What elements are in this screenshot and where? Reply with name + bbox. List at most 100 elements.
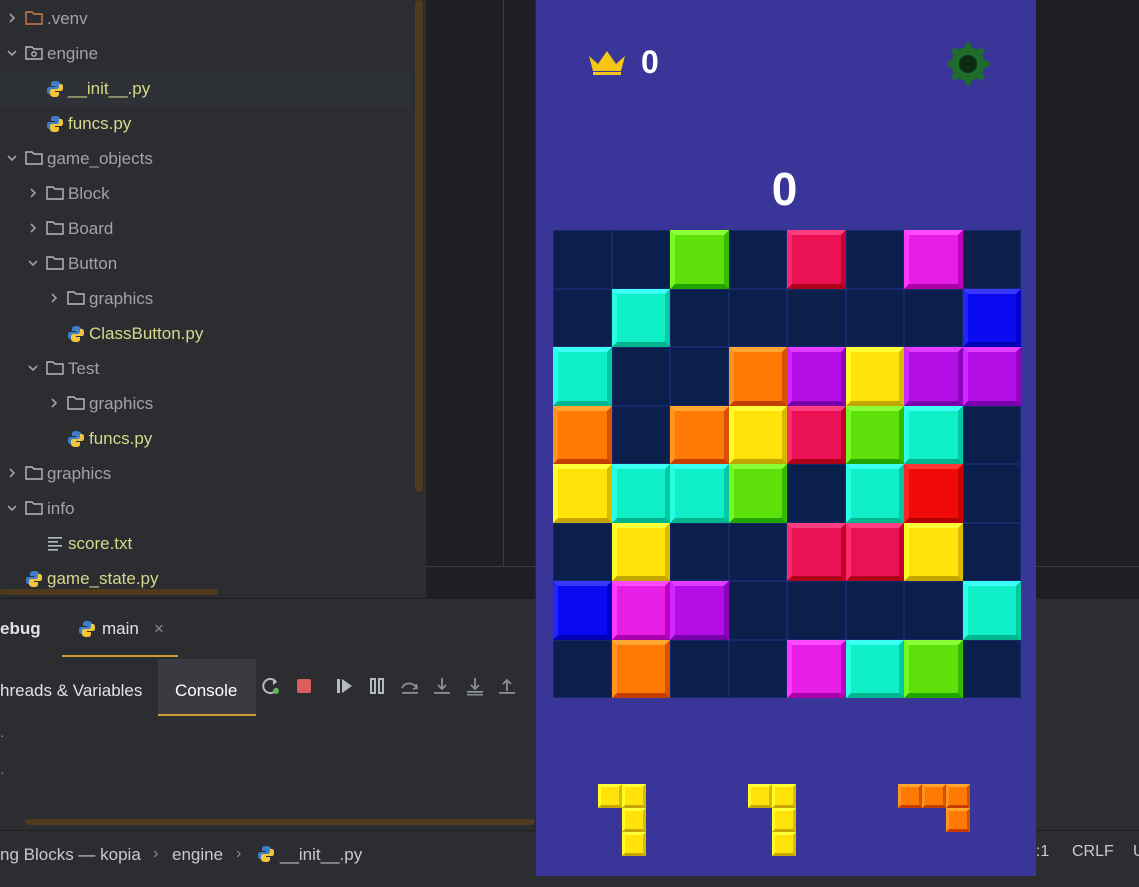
- resume-icon[interactable]: [334, 676, 354, 696]
- board-cell-purple[interactable]: [787, 347, 846, 406]
- chevron-down-icon[interactable]: [5, 46, 19, 60]
- board-cell-green[interactable]: [845, 405, 904, 464]
- board-cell-empty[interactable]: [611, 405, 670, 464]
- rerun-icon[interactable]: [261, 676, 281, 696]
- board-cell-empty[interactable]: [904, 288, 963, 347]
- tree-item-test[interactable]: Test: [0, 351, 426, 386]
- close-tab-icon[interactable]: ×: [154, 619, 164, 639]
- chevron-down-icon[interactable]: [26, 256, 40, 270]
- board-cell-empty[interactable]: [845, 288, 904, 347]
- board-cell-empty[interactable]: [728, 581, 787, 640]
- step-over-icon[interactable]: [400, 676, 420, 696]
- tree-item-button[interactable]: Button: [0, 246, 426, 281]
- board-cell-red[interactable]: [787, 230, 846, 289]
- tree-item-graphics[interactable]: graphics: [0, 281, 426, 316]
- board-cell-blue[interactable]: [962, 288, 1021, 347]
- board-cell-empty[interactable]: [787, 288, 846, 347]
- board-cell-cyan[interactable]: [962, 581, 1021, 640]
- board-cell-magenta[interactable]: [787, 639, 846, 698]
- board-cell-cyan[interactable]: [670, 464, 729, 523]
- pause-icon[interactable]: [367, 676, 387, 696]
- tree-item-engine[interactable]: engine: [0, 36, 426, 71]
- chevron-right-icon[interactable]: [5, 11, 19, 25]
- step-out-icon[interactable]: [497, 676, 517, 696]
- board-cell-empty[interactable]: [962, 522, 1021, 581]
- board-cell-cyan[interactable]: [845, 639, 904, 698]
- line-ending[interactable]: CRLF: [1072, 843, 1114, 861]
- board-cell-orange[interactable]: [611, 639, 670, 698]
- board-cell-red[interactable]: [787, 522, 846, 581]
- project-horizontal-scrollbar[interactable]: [0, 589, 218, 595]
- board-cell-yellow[interactable]: [845, 347, 904, 406]
- board-cell-orange[interactable]: [670, 405, 729, 464]
- breadcrumb-file[interactable]: __init__.py: [280, 845, 362, 865]
- board-cell-purple[interactable]: [962, 347, 1021, 406]
- board-cell-green[interactable]: [904, 639, 963, 698]
- chevron-right-icon[interactable]: [47, 291, 61, 305]
- console-horizontal-scrollbar[interactable]: [25, 819, 535, 825]
- board-cell-empty[interactable]: [787, 464, 846, 523]
- board-cell-purple[interactable]: [904, 347, 963, 406]
- board-cell-empty[interactable]: [904, 581, 963, 640]
- board-cell-empty[interactable]: [670, 522, 729, 581]
- tab-threads-variables[interactable]: hreads & Variables: [0, 681, 142, 701]
- tree-item-info[interactable]: info: [0, 491, 426, 526]
- board-cell-empty[interactable]: [728, 522, 787, 581]
- board-cell-empty[interactable]: [611, 230, 670, 289]
- tree-item-score-txt[interactable]: score.txt: [0, 526, 426, 561]
- tree-item-funcs-py[interactable]: funcs.py: [0, 106, 426, 141]
- board-cell-empty[interactable]: [728, 288, 787, 347]
- file-encoding[interactable]: U: [1133, 843, 1139, 861]
- board-cell-purple[interactable]: [670, 581, 729, 640]
- stop-icon[interactable]: [294, 676, 314, 696]
- chevron-down-icon[interactable]: [5, 151, 19, 165]
- board-cell-empty[interactable]: [787, 581, 846, 640]
- step-into-my-code-icon[interactable]: [465, 676, 485, 696]
- tree-item-graphics[interactable]: graphics: [0, 386, 426, 421]
- gear-icon[interactable]: [946, 42, 990, 86]
- board-cell-magenta[interactable]: [611, 581, 670, 640]
- breadcrumb-engine[interactable]: engine: [172, 845, 223, 865]
- board-cell-empty[interactable]: [962, 639, 1021, 698]
- board-cell-yellow[interactable]: [904, 522, 963, 581]
- game-board[interactable]: [553, 230, 1021, 698]
- tree-item-graphics[interactable]: graphics: [0, 456, 426, 491]
- board-cell-green[interactable]: [728, 464, 787, 523]
- board-cell-cyan[interactable]: [553, 347, 612, 406]
- chevron-right-icon[interactable]: [26, 221, 40, 235]
- board-cell-empty[interactable]: [553, 522, 612, 581]
- board-cell-orange[interactable]: [728, 347, 787, 406]
- board-cell-yellow[interactable]: [611, 522, 670, 581]
- board-cell-empty[interactable]: [845, 581, 904, 640]
- board-cell-empty[interactable]: [728, 639, 787, 698]
- board-cell-empty[interactable]: [611, 347, 670, 406]
- board-cell-cyan[interactable]: [611, 464, 670, 523]
- board-cell-empty[interactable]: [845, 230, 904, 289]
- chevron-down-icon[interactable]: [26, 361, 40, 375]
- tree-item-classbutton-py[interactable]: ClassButton.py: [0, 316, 426, 351]
- board-cell-red[interactable]: [787, 405, 846, 464]
- tab-console[interactable]: Console: [175, 681, 237, 701]
- board-cell-cyan[interactable]: [611, 288, 670, 347]
- board-cell-empty[interactable]: [553, 288, 612, 347]
- board-cell-empty[interactable]: [670, 347, 729, 406]
- board-cell-empty[interactable]: [962, 230, 1021, 289]
- board-cell-cyan[interactable]: [904, 405, 963, 464]
- project-vertical-scrollbar[interactable]: [415, 0, 423, 492]
- chevron-down-icon[interactable]: [5, 501, 19, 515]
- board-cell-yellow[interactable]: [553, 464, 612, 523]
- board-cell-cyan[interactable]: [845, 464, 904, 523]
- board-cell-empty[interactable]: [670, 288, 729, 347]
- board-cell-blue[interactable]: [553, 581, 612, 640]
- board-cell-empty[interactable]: [670, 639, 729, 698]
- tree-item-board[interactable]: Board: [0, 211, 426, 246]
- board-cell-green[interactable]: [670, 230, 729, 289]
- board-cell-yellow[interactable]: [728, 405, 787, 464]
- step-into-icon[interactable]: [432, 676, 452, 696]
- board-cell-empty[interactable]: [553, 639, 612, 698]
- board-cell-empty[interactable]: [962, 464, 1021, 523]
- board-cell-magenta[interactable]: [904, 230, 963, 289]
- board-cell-red[interactable]: [845, 522, 904, 581]
- tab-main[interactable]: main: [102, 619, 139, 639]
- board-cell-pure_red[interactable]: [904, 464, 963, 523]
